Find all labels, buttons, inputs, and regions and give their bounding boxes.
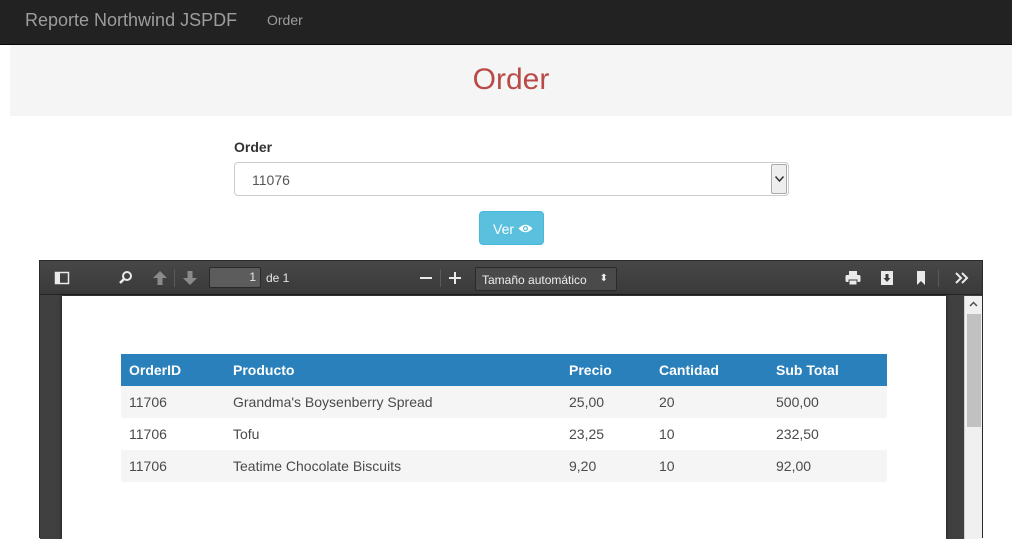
ver-button-label: Ver <box>493 221 515 237</box>
table-row: 11706 Grandma's Boysenberry Spread 25,00… <box>121 386 887 418</box>
ver-button[interactable]: Ver <box>479 211 544 245</box>
cell-orderid: 11706 <box>129 426 167 442</box>
cell-producto: Grandma's Boysenberry Spread <box>225 386 561 418</box>
toolbar-divider <box>174 269 175 287</box>
double-chevron-right-icon[interactable] <box>953 269 971 287</box>
cell-orderid: 11706 <box>121 450 225 482</box>
vertical-scrollbar[interactable] <box>964 296 982 539</box>
pdf-canvas-area[interactable]: OrderID Producto Precio Cantidad Sub Tot… <box>40 296 964 539</box>
scrollbar-thumb[interactable] <box>967 314 981 427</box>
table-row: 11706 Tofu 23,25 10 232,50 <box>121 418 887 450</box>
zoom-select[interactable]: Tamaño automático ⬍ <box>475 267 617 291</box>
cell-orderid: 11706 <box>121 386 225 418</box>
select-arrows-icon: ⬍ <box>599 273 608 284</box>
scroll-up-arrow-icon[interactable] <box>965 296 982 313</box>
cell-subtotal: 232,50 <box>776 426 819 442</box>
table-row: 11706 Teatime Chocolate Biscuits 9,20 10… <box>121 450 887 482</box>
cell-subtotal: 500,00 <box>768 386 887 418</box>
order-table: OrderID Producto Precio Cantidad Sub Tot… <box>121 354 887 482</box>
next-page-icon[interactable] <box>181 269 199 287</box>
cell-producto: Teatime Chocolate Biscuits <box>225 450 561 482</box>
toolbar-divider <box>938 269 939 287</box>
page-count: de 1 <box>266 271 290 285</box>
sidebar-toggle-icon[interactable] <box>53 269 71 287</box>
chevron-down-icon[interactable] <box>771 164 787 194</box>
cell-precio: 25,00 <box>561 386 651 418</box>
zoom-in-icon[interactable] <box>446 269 464 287</box>
pdf-page: OrderID Producto Precio Cantidad Sub Tot… <box>62 296 946 539</box>
cell-subtotal: 92,00 <box>768 450 887 482</box>
nav-link-order[interactable]: Order <box>267 12 303 28</box>
eye-icon <box>518 224 533 233</box>
page-title: Order <box>472 63 550 96</box>
page-number-input[interactable]: 1 <box>209 267 261 288</box>
search-icon[interactable] <box>117 269 135 287</box>
navbar-brand[interactable]: Reporte Northwind JSPDF <box>25 10 237 31</box>
cell-cantidad: 20 <box>651 386 768 418</box>
pdf-toolbar: 1 de 1 Tamaño automático ⬍ <box>40 261 982 295</box>
download-icon[interactable] <box>878 269 896 287</box>
cell-precio: 23,25 <box>569 426 605 442</box>
column-header-precio: Precio <box>561 354 651 386</box>
table-header-row: OrderID Producto Precio Cantidad Sub Tot… <box>121 354 887 386</box>
cell-cantidad: 10 <box>659 426 675 442</box>
column-header-subtotal: Sub Total <box>768 354 887 386</box>
zoom-select-value: Tamaño automático <box>482 273 587 287</box>
cell-precio: 9,20 <box>561 450 651 482</box>
pdf-viewer: 1 de 1 Tamaño automático ⬍ OrderID Produ… <box>39 260 983 539</box>
zoom-out-icon[interactable] <box>417 269 435 287</box>
previous-page-icon[interactable] <box>151 269 169 287</box>
bookmark-icon[interactable] <box>912 269 930 287</box>
column-header-cantidad: Cantidad <box>651 354 768 386</box>
order-select[interactable]: 11076 <box>234 162 789 196</box>
order-label: Order <box>234 139 273 155</box>
cell-producto: Tofu <box>233 426 260 442</box>
cell-cantidad: 10 <box>651 450 768 482</box>
print-icon[interactable] <box>844 269 862 287</box>
navbar: Reporte Northwind JSPDF Order <box>0 0 1012 45</box>
toolbar-divider <box>440 269 441 287</box>
column-header-producto: Producto <box>225 354 561 386</box>
order-select-value: 11076 <box>252 172 290 188</box>
page-header: Order <box>10 45 1012 116</box>
column-header-orderid: OrderID <box>121 354 225 386</box>
